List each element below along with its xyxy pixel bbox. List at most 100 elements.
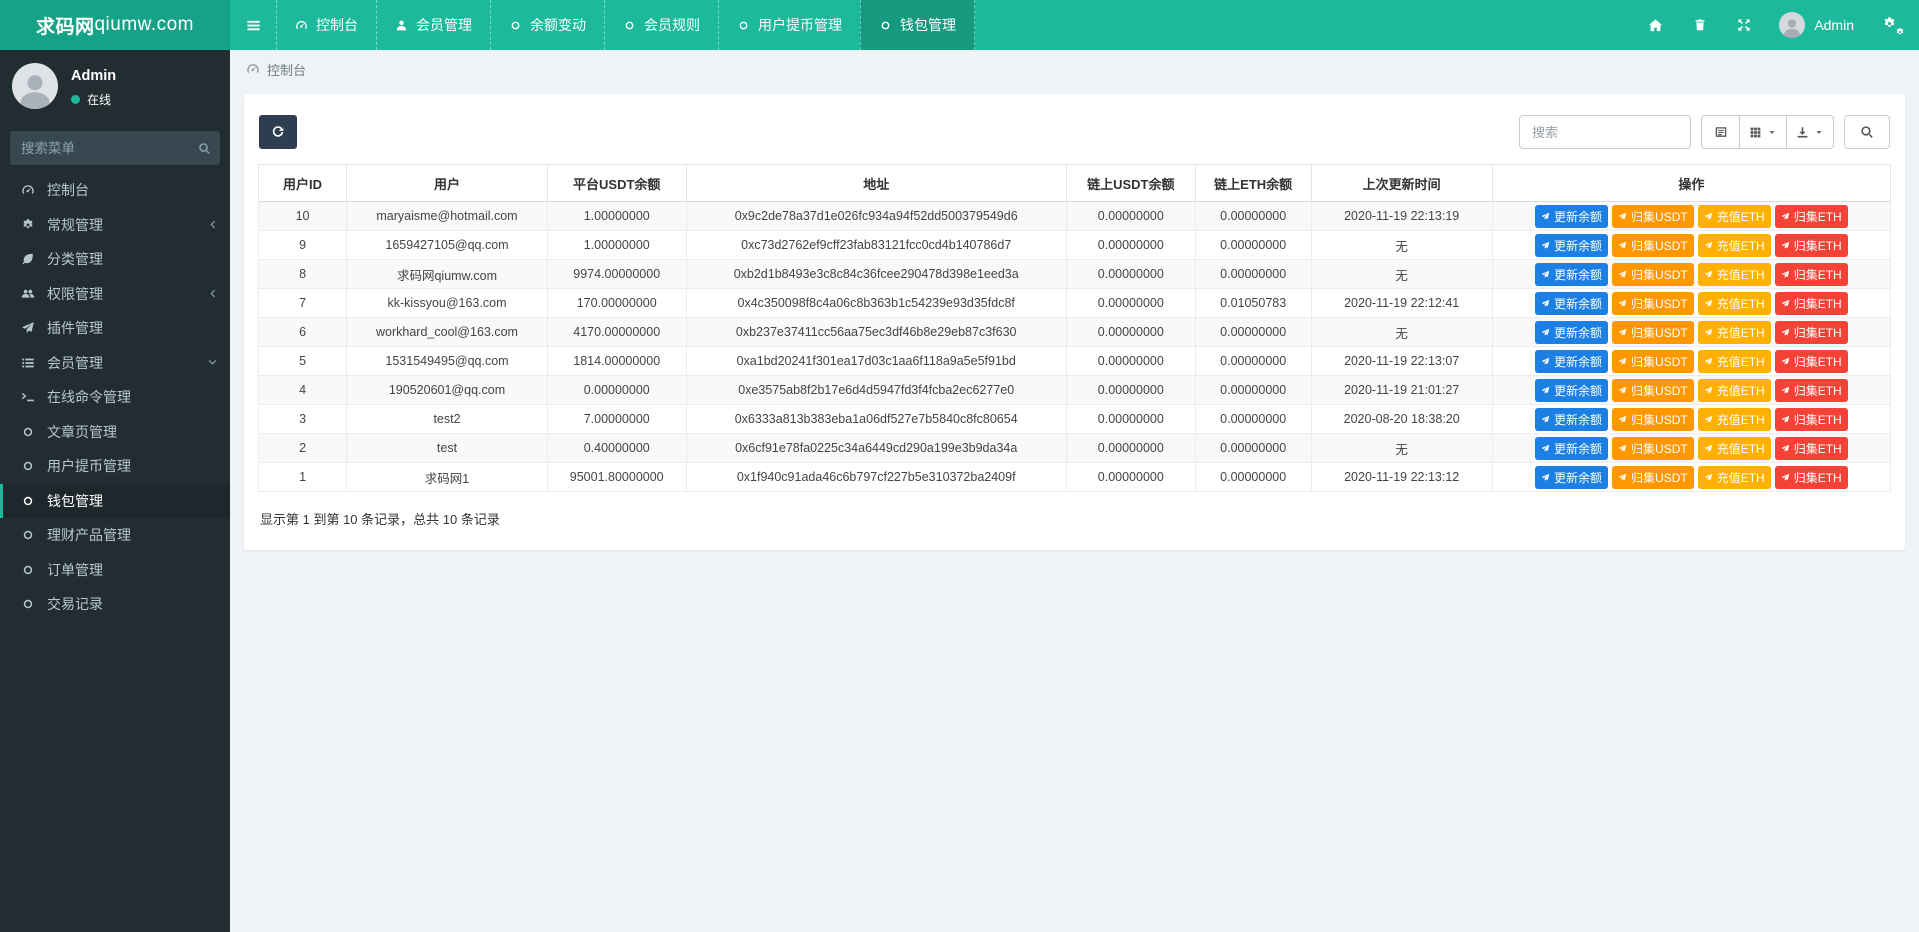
action-button-归集USDT[interactable]: 归集USDT — [1612, 204, 1694, 228]
table-cell: maryaisme@hotmail.com — [346, 201, 548, 231]
action-button-充值ETH[interactable]: 充值ETH — [1697, 233, 1771, 257]
action-button-归集ETH[interactable]: 归集ETH — [1774, 320, 1848, 344]
paper-plane-icon — [1781, 299, 1790, 308]
action-button-归集ETH[interactable]: 归集ETH — [1774, 262, 1848, 286]
action-button-归集USDT[interactable]: 归集USDT — [1612, 262, 1694, 286]
table-cell: 2020-11-19 22:13:19 — [1310, 201, 1493, 231]
leaf-icon — [19, 252, 36, 266]
settings-button[interactable] — [1867, 0, 1919, 50]
action-button-归集ETH[interactable]: 归集ETH — [1774, 378, 1848, 402]
sidebar-item-1[interactable]: 控制台 — [0, 173, 230, 208]
action-button-更新余额[interactable]: 更新余额 — [1535, 436, 1609, 460]
table-cell: 0.00000000 — [1194, 404, 1312, 434]
action-button-充值ETH[interactable]: 充值ETH — [1697, 291, 1771, 315]
table-cell: 0.00000000 — [1194, 259, 1312, 289]
action-button-归集ETH[interactable]: 归集ETH — [1774, 436, 1848, 460]
sidebar: Admin 在线 控制台常规管理分类管理权限管理插件管理会员管理在线命令管理文章… — [0, 50, 230, 932]
sidebar-item-7[interactable]: 在线命令管理 — [0, 380, 230, 415]
action-button-充值ETH[interactable]: 充值ETH — [1697, 262, 1771, 286]
brand-logo[interactable]: 求码网 qiumw.com — [0, 0, 230, 50]
action-button-更新余额[interactable]: 更新余额 — [1535, 262, 1609, 286]
navbar-user-menu[interactable]: Admin — [1766, 12, 1867, 38]
action-button-归集ETH[interactable]: 归集ETH — [1774, 349, 1848, 373]
action-button-更新余额[interactable]: 更新余额 — [1535, 320, 1609, 344]
nav-item-3[interactable]: 余额变动 — [490, 0, 604, 50]
action-button-更新余额[interactable]: 更新余额 — [1535, 349, 1609, 373]
nav-item-6[interactable]: 钱包管理 — [860, 0, 975, 50]
nav-item-4[interactable]: 会员规则 — [604, 0, 718, 50]
action-button-充值ETH[interactable]: 充值ETH — [1697, 436, 1771, 460]
action-button-充值ETH[interactable]: 充值ETH — [1697, 465, 1771, 489]
action-button-更新余额[interactable]: 更新余额 — [1535, 378, 1609, 402]
action-button-归集USDT[interactable]: 归集USDT — [1612, 349, 1694, 373]
table-search-input[interactable] — [1519, 115, 1691, 149]
action-button-充值ETH[interactable]: 充值ETH — [1697, 349, 1771, 373]
action-button-归集ETH[interactable]: 归集ETH — [1774, 204, 1848, 228]
sidebar-item-11[interactable]: 理财产品管理 — [0, 518, 230, 553]
action-button-归集ETH[interactable]: 归集ETH — [1774, 291, 1848, 315]
sidebar-item-4[interactable]: 权限管理 — [0, 277, 230, 312]
table-row: 2 test 0.40000000 0x6cf91e78fa0225c34a6449c… — [257, 433, 1892, 463]
tachometer-icon — [295, 19, 308, 32]
action-button-归集ETH[interactable]: 归集ETH — [1774, 407, 1848, 431]
sidebar-item-12[interactable]: 订单管理 — [0, 553, 230, 588]
sidebar-item-13[interactable]: 交易记录 — [0, 587, 230, 622]
nav-item-5[interactable]: 用户提币管理 — [718, 0, 860, 50]
fullscreen-button[interactable] — [1722, 0, 1766, 50]
nav-item-1[interactable]: 控制台 — [276, 0, 376, 50]
navbar-user-name: Admin — [1814, 17, 1854, 33]
paper-plane-icon — [1618, 328, 1627, 337]
action-button-更新余额[interactable]: 更新余额 — [1535, 291, 1609, 315]
action-button-归集USDT[interactable]: 归集USDT — [1612, 407, 1694, 431]
chevron-left-icon — [207, 219, 218, 230]
action-button-归集USDT[interactable]: 归集USDT — [1612, 465, 1694, 489]
actions-cell: 更新余额 归集USDT 充值ETH 归集ETH — [1491, 346, 1892, 376]
home-button[interactable] — [1633, 0, 1678, 50]
action-button-归集USDT[interactable]: 归集USDT — [1612, 291, 1694, 315]
navbar-avatar — [1779, 12, 1806, 38]
action-button-更新余额[interactable]: 更新余额 — [1535, 204, 1609, 228]
action-button-充值ETH[interactable]: 充值ETH — [1697, 407, 1771, 431]
sidebar-item-2[interactable]: 常规管理 — [0, 208, 230, 243]
action-button-充值ETH[interactable]: 充值ETH — [1697, 204, 1771, 228]
columns-button[interactable] — [1739, 115, 1787, 149]
action-button-充值ETH[interactable]: 充值ETH — [1697, 378, 1771, 402]
paper-plane-icon — [1541, 473, 1550, 482]
sidebar-item-3[interactable]: 分类管理 — [0, 242, 230, 277]
table-cell: 3 — [257, 404, 348, 434]
table-cell: 10 — [257, 201, 348, 231]
circle-icon — [879, 19, 892, 32]
clear-cache-button[interactable] — [1678, 0, 1722, 50]
sidebar-item-6[interactable]: 会员管理 — [0, 346, 230, 381]
action-button-更新余额[interactable]: 更新余额 — [1535, 465, 1609, 489]
sidebar-toggle-button[interactable] — [230, 0, 276, 50]
table-cell: 2020-08-20 18:38:20 — [1310, 404, 1493, 434]
sidebar-item-5[interactable]: 插件管理 — [0, 311, 230, 346]
action-button-归集USDT[interactable]: 归集USDT — [1612, 378, 1694, 402]
paper-plane-icon — [1541, 212, 1550, 221]
action-button-充值ETH[interactable]: 充值ETH — [1697, 320, 1771, 344]
table-cell: 170.00000000 — [546, 288, 687, 318]
export-button[interactable] — [1786, 115, 1834, 149]
action-button-归集USDT[interactable]: 归集USDT — [1612, 436, 1694, 460]
search-submit-button[interactable] — [1844, 115, 1890, 149]
action-button-更新余额[interactable]: 更新余额 — [1535, 407, 1609, 431]
sidebar-item-8[interactable]: 文章页管理 — [0, 415, 230, 450]
toggle-view-button[interactable] — [1701, 115, 1740, 149]
refresh-button[interactable] — [259, 115, 297, 149]
search-icon[interactable] — [198, 142, 211, 155]
breadcrumb: 控制台 — [230, 50, 1919, 88]
action-button-更新余额[interactable]: 更新余额 — [1535, 233, 1609, 257]
action-button-归集USDT[interactable]: 归集USDT — [1612, 320, 1694, 344]
table-cell: 190520601@qq.com — [346, 375, 548, 405]
action-button-归集ETH[interactable]: 归集ETH — [1774, 233, 1848, 257]
sidebar-item-9[interactable]: 用户提币管理 — [0, 449, 230, 484]
nav-item-2[interactable]: 会员管理 — [376, 0, 490, 50]
sidebar-item-10[interactable]: 钱包管理 — [0, 483, 230, 518]
sidebar-search-input[interactable] — [21, 140, 198, 156]
paper-plane-icon — [1541, 386, 1550, 395]
paper-plane-icon — [1781, 357, 1790, 366]
action-button-归集ETH[interactable]: 归集ETH — [1774, 465, 1848, 489]
action-button-归集USDT[interactable]: 归集USDT — [1612, 233, 1694, 257]
paper-plane-icon — [1704, 270, 1713, 279]
